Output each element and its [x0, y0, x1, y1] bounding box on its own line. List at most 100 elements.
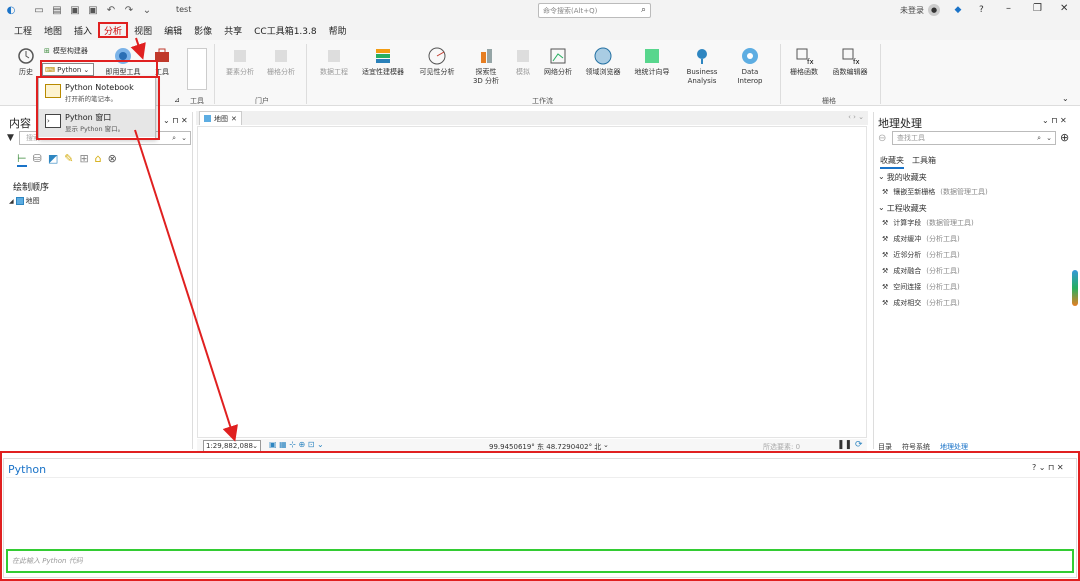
map-layer-item[interactable]: ◢ 地图 [9, 196, 40, 206]
tools-button[interactable]: 工具 [152, 46, 172, 77]
command-search-input[interactable]: 命令搜索(Alt+Q) ⌕ [538, 3, 651, 18]
network-analysis-button[interactable]: 网络分析 [540, 46, 576, 77]
model-builder-icon: ⊞ [44, 47, 50, 55]
raster-function-button[interactable]: fx 栅格函数 [786, 46, 822, 77]
raster-function-label: 栅格函数 [790, 68, 818, 76]
explore-3d-button[interactable]: 探索性 3D 分析 [466, 46, 506, 86]
gallery-scroll[interactable] [187, 48, 207, 90]
tab-catalog[interactable]: 目录 [878, 442, 892, 452]
minimize-icon[interactable]: – [1006, 3, 1011, 14]
map-tab-label: 地图 [214, 114, 228, 123]
suitability-modeler-button[interactable]: 适宜性建模器 [358, 46, 408, 77]
function-editor-label: 函数编辑器 [832, 68, 868, 76]
open-folder-icon[interactable]: ▤ [50, 3, 64, 17]
menu-help[interactable]: 帮助 [323, 22, 353, 38]
python-code-input[interactable]: 在此输入 Python 代码 [6, 549, 1074, 573]
project-favorites-header[interactable]: ⌄ 工程收藏夹 [878, 203, 927, 214]
model-builder-button[interactable]: ⊞ 模型构建器 [44, 46, 88, 56]
menu-edit[interactable]: 编辑 [158, 22, 188, 38]
search-icon: ⌕ [640, 5, 646, 15]
add-icon[interactable]: ⊕ [1060, 131, 1069, 144]
list-by-drawing-order-icon[interactable]: ⊢ [17, 152, 27, 167]
tool-item[interactable]: ⚒ 计算字段 (数据管理工具) [882, 218, 974, 228]
tool-name: 成对相交 [893, 299, 922, 307]
list-by-snapping-icon[interactable]: ⊞ [79, 152, 88, 167]
simulate-button[interactable]: 模拟 [512, 46, 534, 77]
scale-selector[interactable]: 1:29,882,088 ⌄ [203, 440, 261, 452]
data-engineering-button[interactable]: 数据工程 [316, 46, 352, 77]
visibility-analysis-button[interactable]: 可见性分析 [416, 46, 458, 77]
python-dropdown-label: Python [57, 65, 82, 74]
refresh-icon[interactable]: ⟳ [855, 440, 863, 450]
tab-favorites[interactable]: 收藏夹 [880, 155, 904, 169]
map-view[interactable] [197, 126, 867, 438]
list-by-perspective-icon[interactable]: ⊗ [108, 152, 117, 167]
menu-analysis[interactable]: 分析 [98, 22, 129, 38]
pane-menu-icon[interactable]: ? ⌄ ⊓ ✕ [1032, 463, 1064, 472]
dialog-launcher-icon[interactable]: ⊿ [174, 96, 180, 104]
tool-item[interactable]: ⚒ 成对相交 (分析工具) [882, 298, 960, 308]
list-by-source-icon[interactable]: ⛁ [33, 152, 42, 167]
tool-source: (分析工具) [926, 267, 960, 275]
geostatistics-button[interactable]: 地统计向导 [630, 46, 674, 77]
history-button[interactable]: 历史 [14, 46, 38, 77]
find-tools-input[interactable]: 查找工具 ⌕ ⌄ [892, 131, 1056, 145]
function-editor-button[interactable]: fx 函数编辑器 [828, 46, 872, 77]
login-status[interactable]: 未登录 [900, 5, 924, 16]
network-analysis-label: 网络分析 [544, 68, 572, 76]
customize-qat-icon[interactable]: ⌄ [140, 3, 154, 17]
save-as-icon[interactable]: ▣ [86, 3, 100, 17]
python-notebook-menu-item[interactable]: Python Notebook 打开新的笔记本。 [39, 79, 155, 107]
undo-icon[interactable]: ↶ [104, 3, 118, 17]
help-icon[interactable]: ? [979, 5, 984, 15]
feature-analysis-button[interactable]: 要素分析 [224, 46, 256, 77]
menu-map[interactable]: 地图 [38, 22, 68, 38]
domain-browser-icon [594, 47, 612, 65]
pane-menu-icon[interactable]: ⌄ ⊓ ✕ [163, 116, 188, 125]
my-favorites-header[interactable]: ⌄ 我的收藏夹 [878, 172, 927, 183]
menu-imagery[interactable]: 影像 [188, 22, 218, 38]
python-window-menu-item[interactable]: › Python 窗口 显示 Python 窗口。 [39, 109, 155, 137]
map-nav-tools[interactable]: ▣ ▦ ⊹ ⊕ ⊡ ⌄ [269, 440, 324, 449]
expand-icon[interactable]: ◢ [9, 198, 14, 205]
ready-tools-button[interactable]: 即用型工具 [104, 46, 142, 77]
tab-map[interactable]: 地图 ✕ [199, 111, 242, 125]
filter-icon[interactable]: ▼ [7, 133, 14, 143]
close-icon[interactable]: ✕ [1060, 3, 1068, 14]
maximize-icon[interactable]: ❐ [1033, 3, 1042, 14]
pane-menu-icon[interactable]: ⌄ ⊓ ✕ [1042, 116, 1067, 125]
menu-project[interactable]: 工程 [8, 22, 38, 38]
menu-share[interactable]: 共享 [218, 22, 248, 38]
coord-format-dropdown-icon[interactable]: ⌄ [603, 441, 609, 449]
tool-item[interactable]: ⚒ 成对缓冲 (分析工具) [882, 234, 960, 244]
tool-item[interactable]: ⚒ 镶嵌至新栅格 (数据管理工具) [882, 187, 988, 197]
save-icon[interactable]: ▣ [68, 3, 82, 17]
collapse-ribbon-icon[interactable]: ⌄ [1062, 94, 1069, 103]
business-analysis-button[interactable]: Business Analysis [680, 46, 724, 86]
redo-icon[interactable]: ↷ [122, 3, 136, 17]
close-tab-icon[interactable]: ✕ [231, 115, 237, 123]
back-icon[interactable]: ⊖ [878, 133, 886, 144]
menu-view[interactable]: 视图 [128, 22, 158, 38]
tool-item[interactable]: ⚒ 空间连接 (分析工具) [882, 282, 960, 292]
menu-insert[interactable]: 插入 [68, 22, 98, 38]
tool-item[interactable]: ⚒ 成对融合 (分析工具) [882, 266, 960, 276]
scroll-handle[interactable] [1072, 270, 1078, 306]
tab-scroll-icon[interactable]: ‹ › ⌄ [848, 113, 864, 121]
data-interop-button[interactable]: Data Interop [730, 46, 770, 86]
list-by-selection-icon[interactable]: ◩ [48, 152, 58, 167]
notification-bell-icon[interactable]: ◆ [952, 4, 964, 16]
list-by-editing-icon[interactable]: ✎ [64, 152, 73, 167]
list-by-labeling-icon[interactable]: ⌂ [95, 152, 102, 167]
tool-item[interactable]: ⚒ 近邻分析 (分析工具) [882, 250, 960, 260]
pause-drawing-icon[interactable]: ❚❚ [837, 440, 852, 450]
tab-geoprocessing[interactable]: 地理处理 [940, 442, 968, 452]
tab-symbology[interactable]: 符号系统 [902, 442, 930, 452]
new-project-icon[interactable]: ▭ [32, 3, 46, 17]
tab-toolboxes[interactable]: 工具箱 [912, 155, 936, 166]
menu-cc-toolbox[interactable]: CC工具箱1.3.8 [248, 22, 322, 38]
raster-analysis-button[interactable]: 栅格分析 [264, 46, 298, 77]
user-avatar-icon[interactable]: ● [928, 4, 940, 16]
python-dropdown-button[interactable]: ⌨ Python ⌄ [42, 63, 94, 76]
domain-browser-button[interactable]: 领域浏览器 [582, 46, 624, 77]
